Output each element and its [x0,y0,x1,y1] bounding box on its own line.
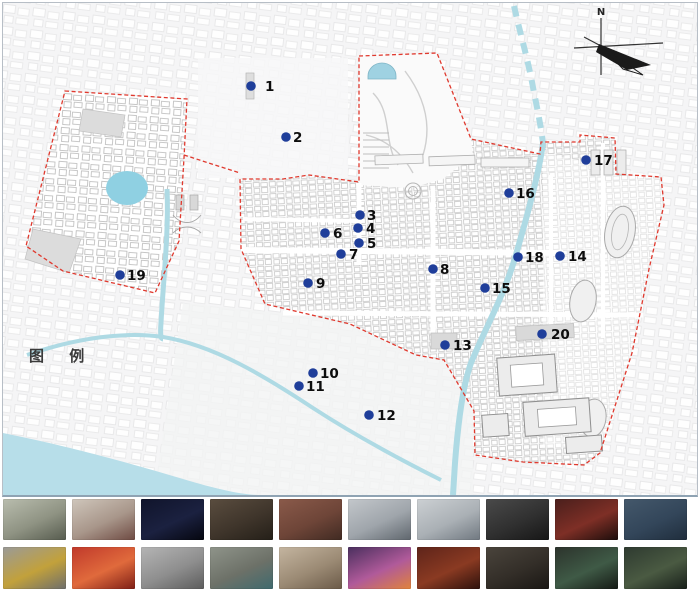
marker-dot [308,368,318,378]
marker-dot [246,81,256,91]
marker-dot [581,155,591,165]
marker-number: 20 [551,327,570,343]
thumbnail-18-dark-machinery-exhibit[interactable] [486,547,549,589]
thumbnail-1-old-shopfront-street[interactable] [3,499,66,540]
marker-dot [294,381,304,391]
marker-dot [480,283,490,293]
marker-number: 6 [333,226,342,242]
photo-strip-row-2 [3,547,687,589]
thumbnail-9-red-lantern-shrine[interactable] [555,499,618,540]
marker-number: 14 [568,249,587,265]
thumbnail-5-red-column-hall[interactable] [279,499,342,540]
marker-dot [281,132,291,142]
marker-dot [355,210,365,220]
thumbnail-7-historic-white-facade[interactable] [417,499,480,540]
thumbnail-16-colorful-lantern-festival[interactable] [348,547,411,589]
marker-number: 19 [127,268,146,284]
marker-number: 8 [440,262,449,278]
map-area: N 图 例 1234567891011121314151617181920 [2,2,698,497]
city-map: N 图 例 1234567891011121314151617181920 [3,3,697,495]
marker-dot [428,264,438,274]
marker-number: 17 [594,153,613,169]
thumbnail-14-courtyard-with-pool[interactable] [210,547,273,589]
thumbnail-10-blue-wall-museum-room[interactable] [624,499,687,540]
marker-number: 2 [293,130,302,146]
thumbnail-2-shop-entrance-red-banner[interactable] [72,499,135,540]
photo-strip-row-1 [3,499,687,540]
thumbnail-20-night-street-trees[interactable] [624,547,687,589]
marker-number: 5 [367,236,376,252]
marker-number: 4 [366,221,375,237]
marker-dot [364,410,374,420]
north-label: N [597,7,605,18]
marker-dot [537,329,547,339]
marker-dot [353,223,363,233]
lake [106,171,148,205]
marker-dot [303,278,313,288]
thumbnail-15-temple-curved-roof[interactable] [279,547,342,589]
thumbnail-8-bw-figure-display[interactable] [486,499,549,540]
thumbnail-19-shrine-arch-green-glow[interactable] [555,547,618,589]
marker-dot [440,340,450,350]
marker-number: 7 [349,247,358,263]
figure: N 图 例 1234567891011121314151617181920 [0,0,700,589]
marker-dot [504,188,514,198]
marker-number: 18 [525,250,544,266]
marker-number: 1 [265,79,274,95]
marker-number: 11 [306,379,325,395]
marker-number: 16 [516,186,535,202]
thumbnail-3-night-puppet-performance[interactable] [141,499,204,540]
marker-dot [555,251,565,261]
marker-dot [513,252,523,262]
thumbnail-11-golden-woven-artifact[interactable] [3,547,66,589]
marker-dot [336,249,346,259]
marker-dot [115,270,125,280]
thumbnail-17-temple-interior-red[interactable] [417,547,480,589]
marker-number: 15 [492,281,511,297]
thumbnail-12-red-textile-strips[interactable] [72,547,135,589]
thumbnail-13-bw-theatre-hall[interactable] [141,547,204,589]
thumbnail-4-exhibition-hall-interior[interactable] [210,499,273,540]
marker-number: 13 [453,338,472,354]
legend-label: 图 例 [29,347,94,365]
thumbnail-6-colonial-arcade-building[interactable] [348,499,411,540]
open-area-north [198,58,348,178]
marker-number: 12 [377,408,396,424]
marker-number: 9 [316,276,325,292]
marker-dot [320,228,330,238]
